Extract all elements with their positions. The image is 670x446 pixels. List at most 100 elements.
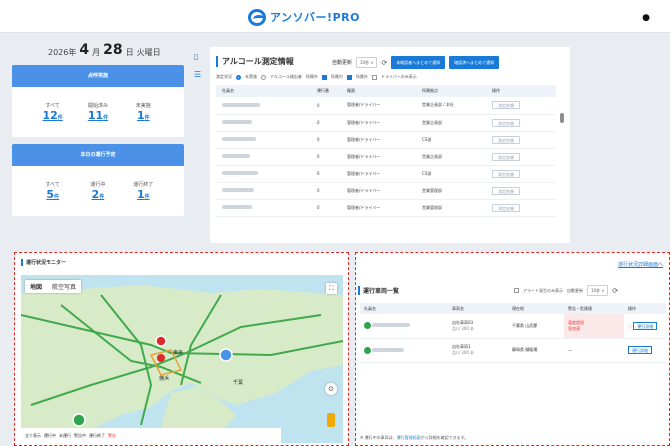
- note-link[interactable]: 運行管理画面: [397, 435, 421, 440]
- employee-name: [372, 323, 411, 328]
- measure-request-button[interactable]: 測定依頼: [492, 152, 520, 161]
- col-header[interactable]: 権限: [341, 85, 416, 97]
- measure-request-button[interactable]: 測定依頼: [492, 186, 520, 195]
- legend-finished[interactable]: 運行終了: [89, 433, 105, 439]
- interval-select[interactable]: 10秒 ∨: [356, 57, 378, 68]
- legend-not-running[interactable]: 未運行: [59, 433, 71, 439]
- checkbox-out-dept[interactable]: [346, 74, 352, 80]
- employee-name: [216, 114, 311, 132]
- employee-name: [216, 97, 311, 115]
- schedule-stat-finished[interactable]: 運行終了 1件: [126, 181, 160, 201]
- alcohol-title: アルコール測定情報: [216, 56, 294, 67]
- legend-running[interactable]: 運行中: [44, 433, 56, 439]
- employee-name: [372, 347, 405, 352]
- measure-request-button[interactable]: 測定依頼: [492, 203, 520, 212]
- current-location: 千葉県 山武郡: [508, 314, 564, 339]
- date-day: 28: [103, 42, 123, 58]
- pegman-icon[interactable]: [327, 413, 335, 427]
- col-header[interactable]: 運行番: [311, 85, 341, 97]
- measure-request-button[interactable]: 測定依頼: [492, 135, 520, 144]
- brand-icon: [248, 8, 266, 26]
- date-display: 2026年 4 月 28 日 火曜日: [12, 40, 184, 65]
- fullscreen-icon[interactable]: ⛶: [326, 283, 337, 294]
- date-month-suffix: 月: [92, 48, 101, 57]
- vehicle-refresh-icon[interactable]: ⟳: [612, 287, 618, 295]
- filter-option: ドライバーのみ表示: [380, 74, 417, 79]
- sidebar-list-icon[interactable]: ☰: [194, 70, 204, 80]
- rollcall-stat-pending[interactable]: 未実施 1件: [126, 102, 160, 122]
- schedule-card: 本日の運行予定 すべて 5件 運行中 2件 運行終了 1件: [12, 144, 184, 216]
- checkbox-drivers-only[interactable]: [371, 74, 377, 80]
- vehicle-panel: 運行状況詳細画面へ 運行車両一覧 アラート発生のみ表示 自動更新 10秒 ∨ ⟳…: [355, 252, 670, 446]
- radio-unmeasured[interactable]: [236, 74, 241, 80]
- locate-icon[interactable]: ⊙: [325, 383, 337, 395]
- table-row: 0 管理者/ドライバー CS部 測定依頼: [216, 131, 556, 149]
- alcohol-panel: アルコール測定情報 自動更新 10秒 ∨ ⟳ 未確認者へまとめて通知 確認済へま…: [210, 47, 570, 243]
- stat-label: すべて: [45, 182, 60, 188]
- notify-confirmed-button[interactable]: 確認済へまとめて通知: [449, 56, 500, 69]
- table-row: 自社車両03 品川 300 あ 千葉県 山武郡 速度超過 急加速 ⓘ 運行詳細: [360, 314, 666, 339]
- scrollbar-thumb[interactable]: [560, 113, 564, 123]
- col-header: 現在地: [508, 303, 564, 314]
- run-detail-button[interactable]: 運行詳細: [628, 346, 652, 354]
- measure-request-button[interactable]: 測定依頼: [492, 101, 520, 110]
- radio-detected[interactable]: [261, 74, 266, 80]
- rollcall-stat-started[interactable]: 開始済み 11件: [81, 102, 115, 122]
- schedule-stat-running[interactable]: 運行中 2件: [81, 181, 115, 201]
- app-logo[interactable]: アンソバー!PRO: [248, 7, 360, 27]
- map-view[interactable]: 地図 航空写真 横浜 千葉 東京 ⛶ ⊙ 全て表示 運行中 未運行 警告中 運行…: [21, 275, 343, 443]
- stat-unit: 件: [103, 115, 109, 121]
- tab-map[interactable]: 地図: [25, 280, 47, 293]
- stat-value[interactable]: 12件: [42, 109, 62, 122]
- col-header[interactable]: 社員名: [216, 85, 311, 97]
- refresh-icon[interactable]: ⟳: [381, 59, 387, 67]
- stat-value[interactable]: 2件: [92, 188, 105, 201]
- table-scrollbar[interactable]: [560, 105, 564, 241]
- tab-satellite[interactable]: 航空写真: [47, 280, 81, 293]
- stat-unit: 件: [53, 194, 59, 200]
- stat-label: 運行終了: [133, 182, 154, 188]
- filter-option: 所属外: [305, 74, 318, 79]
- run-detail-button[interactable]: 運行詳細: [633, 321, 658, 330]
- rollcall-stat-all[interactable]: すべて 12件: [36, 102, 70, 122]
- stat-value[interactable]: 11件: [88, 109, 108, 122]
- measure-request-button[interactable]: 測定依頼: [492, 118, 520, 127]
- run-no: 0: [311, 114, 341, 132]
- measure-request-button[interactable]: 測定依頼: [492, 169, 520, 178]
- role: 管理者/ドライバー: [341, 97, 416, 115]
- legend-warning[interactable]: 警告中: [74, 433, 86, 439]
- warning-item: 急加速: [568, 325, 580, 331]
- run-no: 0: [311, 97, 341, 115]
- col-header: 車両名: [448, 303, 508, 314]
- checkbox-in-dept[interactable]: [321, 74, 327, 80]
- stat-unit: 件: [144, 115, 150, 121]
- filter-option: 所属内: [330, 74, 343, 79]
- vehicle-list-title: 運行車両一覧: [358, 286, 399, 295]
- stat-value[interactable]: 5件: [46, 188, 59, 201]
- status-detail-link[interactable]: 運行状況詳細画面へ: [618, 261, 663, 268]
- base: CS部: [416, 165, 486, 183]
- alert-only-checkbox[interactable]: [514, 288, 519, 293]
- car-plate: 品川 300 あ: [452, 350, 475, 355]
- date-weekday: 火曜日: [136, 48, 161, 57]
- filter-bar: 測定状況 未実施 アルコール検出者 所属外 所属内 所属外 ドライバーのみ表示: [216, 74, 417, 80]
- map-label-yokohama: 横浜: [159, 376, 170, 382]
- vehicle-interval-select[interactable]: 10秒 ∨: [587, 285, 609, 296]
- note-pre: ※ 運行中の車両は、: [360, 435, 397, 440]
- sidebar-doc-icon[interactable]: ▯: [194, 52, 204, 62]
- info-icon[interactable]: ⓘ: [628, 324, 632, 329]
- col-header[interactable]: 所属拠点: [416, 85, 486, 97]
- vehicle-auto-update-label: 自動更新: [567, 287, 583, 293]
- base: 営業企画部 / 本社: [416, 97, 486, 115]
- legend-all[interactable]: 全て表示: [25, 433, 41, 439]
- date-day-suffix: 日: [125, 48, 134, 57]
- table-row: 0 管理者/ドライバー 営業管理部 測定依頼: [216, 199, 556, 217]
- stat-value[interactable]: 1件: [137, 109, 150, 122]
- base: 営業管理部: [416, 199, 486, 217]
- notification-icon[interactable]: ●: [642, 13, 650, 23]
- stat-value[interactable]: 1件: [137, 188, 150, 201]
- map-canvas[interactable]: [21, 275, 343, 443]
- legend-alert[interactable]: 警告: [108, 433, 116, 439]
- notify-unmeasured-button[interactable]: 未確認者へまとめて通知: [391, 56, 446, 69]
- schedule-stat-all[interactable]: すべて 5件: [36, 181, 70, 201]
